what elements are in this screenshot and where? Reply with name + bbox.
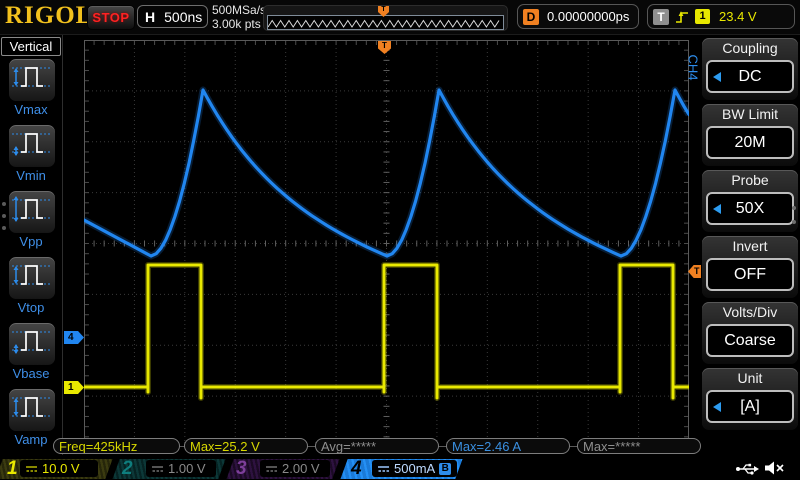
oscilloscope-screen: RIGOL STOP H 500ns 500MSa/s 3.00k pts T … — [0, 0, 800, 480]
menu-item-probe[interactable]: Probe 50X — [702, 170, 798, 232]
measurement-max-v: Max=25.2 V — [184, 438, 308, 454]
channel-3-scale: 2.00 V — [260, 460, 330, 477]
channel-scale-value: 10.0 V — [42, 461, 80, 476]
menu-item-title: Probe — [702, 170, 798, 190]
page-indicator-dot — [2, 202, 6, 206]
trigger-status-icon: T — [653, 9, 669, 25]
ch4-ground-marker[interactable]: 4 — [64, 331, 84, 344]
waveform-preview-strip[interactable]: T — [263, 5, 508, 31]
measurement-max-2: Max=***** — [577, 438, 701, 454]
menu-item-value: DC — [738, 68, 761, 86]
channel-4-scale: 500mA B — [372, 460, 457, 477]
menu-item-voltsdiv[interactable]: Volts/Div Coarse — [702, 302, 798, 364]
menu-item-value: OFF — [734, 266, 766, 284]
timebase-value: 500ns — [164, 9, 202, 25]
menu-item-value: 50X — [736, 200, 764, 218]
menu-item-title: Volts/Div — [702, 302, 798, 322]
page-indicator-dot — [2, 226, 6, 230]
sidebar-item-label: Vtop — [0, 300, 62, 315]
trigger-source-badge: 1 — [695, 9, 710, 24]
delay-readout-box[interactable]: D 0.00000000ps — [517, 4, 639, 29]
vamp-icon — [9, 389, 53, 429]
horizontal-timebase-box[interactable]: H 500ns — [137, 5, 208, 28]
channel-2-button[interactable]: 2 1.00 V — [113, 458, 225, 480]
measurement-freq: Freq=425kHz — [53, 438, 180, 454]
menu-item-value: 20M — [734, 134, 765, 152]
channel-3-button[interactable]: 3 2.00 V — [227, 458, 339, 480]
channel-number: 3 — [236, 458, 247, 480]
channel-number: 4 — [351, 458, 362, 480]
menu-item-title: Unit — [702, 368, 798, 388]
menu-item-bwlimit[interactable]: BW Limit 20M — [702, 104, 798, 166]
menu-item-coupling[interactable]: Coupling DC — [702, 38, 798, 100]
select-arrow-icon — [713, 402, 721, 412]
delay-icon: D — [523, 9, 539, 25]
memory-depth: 3.00k pts — [212, 17, 266, 31]
usb-icon — [735, 462, 759, 475]
trigger-level-marker[interactable]: T — [688, 265, 703, 278]
trigger-readout-box[interactable]: T 1 23.4 V — [647, 4, 795, 29]
sample-rate: 500MSa/s — [212, 3, 266, 17]
select-arrow-icon — [713, 204, 721, 214]
sidebar-item-label: Vpp — [0, 234, 62, 249]
page-indicator-dot — [792, 206, 796, 210]
sidebar-item-label: Vmax — [0, 102, 62, 117]
select-arrow-icon — [713, 72, 721, 82]
horizontal-icon: H — [145, 9, 155, 25]
waveform-display — [84, 40, 689, 447]
channel-scale-value: 500mA — [394, 461, 435, 476]
channel-number: 2 — [122, 458, 133, 480]
preview-waveform — [268, 18, 501, 29]
menu-item-invert[interactable]: Invert OFF — [702, 236, 798, 298]
menu-item-title: Invert — [702, 236, 798, 256]
top-status-bar: RIGOL STOP H 500ns 500MSa/s 3.00k pts T … — [0, 0, 800, 35]
acquisition-info: 500MSa/s 3.00k pts — [212, 3, 266, 31]
sidebar-item-label: Vbase — [0, 366, 62, 381]
menu-title: Vertical — [1, 37, 61, 56]
trigger-level-value: 23.4 V — [719, 9, 757, 24]
channel-number: 1 — [7, 458, 18, 480]
menu-item-title: Coupling — [702, 38, 798, 58]
bw-limit-badge: B — [439, 463, 451, 475]
channel-1-button[interactable]: 1 10.0 V — [0, 458, 112, 480]
vtop-icon — [9, 257, 53, 297]
menu-item-title: BW Limit — [702, 104, 798, 124]
channel-status-bar: 1 10.0 V 2 1.00 V 3 2.00 V 4 500mA — [0, 458, 800, 480]
measurement-max-a: Max=2.46 A — [446, 438, 570, 454]
vbase-icon — [9, 323, 53, 363]
channel-settings-menu: Coupling DC BW Limit 20M Probe 50X Inver… — [702, 38, 798, 434]
page-indicator-dot — [792, 220, 796, 224]
dc-coupling-icon — [151, 464, 164, 474]
speaker-muted-icon — [763, 460, 787, 476]
channel-2-scale: 1.00 V — [146, 460, 216, 477]
trigger-slope-icon — [674, 9, 690, 25]
brand-logo: RIGOL — [5, 2, 93, 30]
dc-coupling-icon — [25, 464, 38, 474]
sidebar-item-label: Vmin — [0, 168, 62, 183]
vmin-icon — [9, 125, 53, 165]
menu-channel-label: CH4 — [686, 54, 701, 80]
channel-4-button[interactable]: 4 500mA B — [341, 458, 462, 480]
ch1-ground-marker[interactable]: 1 — [64, 381, 84, 394]
page-indicator-dot — [2, 214, 6, 218]
measurement-avg: Avg=***** — [315, 438, 439, 454]
menu-item-unit[interactable]: Unit [A] — [702, 368, 798, 430]
channel-scale-value: 2.00 V — [282, 461, 320, 476]
channel-scale-value: 1.00 V — [168, 461, 206, 476]
vmax-icon — [9, 59, 53, 99]
channel-1-scale: 10.0 V — [20, 460, 98, 477]
vpp-icon — [9, 191, 53, 231]
run-state-button[interactable]: STOP — [87, 5, 135, 30]
vertical-measure-menu: Vertical Vmax Vmin Vpp Vtop Vbase Vamp — [0, 35, 63, 455]
menu-item-value: Coarse — [724, 332, 776, 350]
preview-window — [267, 15, 504, 30]
menu-item-value: [A] — [740, 398, 760, 416]
delay-value: 0.00000000ps — [547, 9, 629, 24]
dc-coupling-icon — [377, 464, 390, 474]
dc-coupling-icon — [265, 464, 278, 474]
